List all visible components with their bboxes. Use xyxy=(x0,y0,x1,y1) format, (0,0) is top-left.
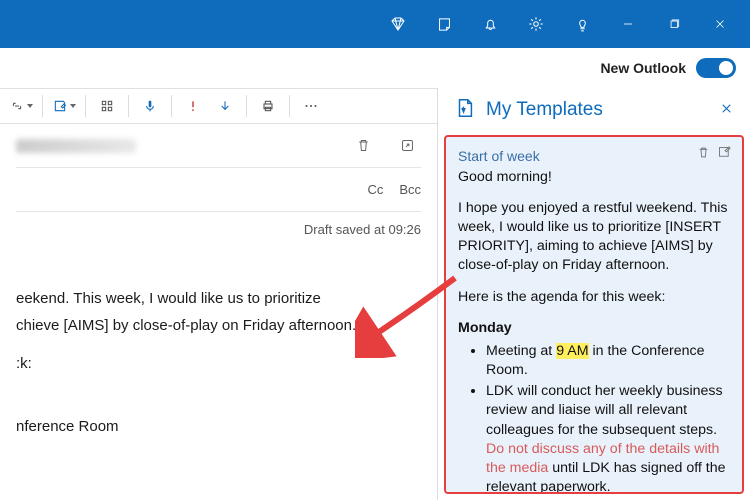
panel-title: My Templates xyxy=(486,99,709,121)
window-minimize-button[interactable] xyxy=(606,2,650,46)
premium-diamond-icon[interactable] xyxy=(376,2,420,46)
settings-gear-icon[interactable] xyxy=(514,2,558,46)
cc-row: Cc Bcc xyxy=(16,168,421,212)
to-field-blurred[interactable] xyxy=(16,139,136,153)
template-day-heading: Monday xyxy=(458,319,730,338)
template-name: Start of week xyxy=(458,147,730,166)
template-bullet: LDK will conduct her weekly business rev… xyxy=(486,382,730,494)
bcc-button[interactable]: Bcc xyxy=(399,182,421,197)
bell-icon[interactable] xyxy=(468,2,512,46)
template-greeting: Good morning! xyxy=(458,168,730,187)
template-edit-icon[interactable] xyxy=(717,145,732,166)
window-close-button[interactable] xyxy=(698,2,742,46)
apps-grid-icon[interactable] xyxy=(92,91,122,121)
lightbulb-icon[interactable] xyxy=(560,2,604,46)
signature-icon[interactable] xyxy=(49,91,79,121)
new-outlook-toggle[interactable] xyxy=(696,58,736,78)
template-intro: I hope you enjoyed a restful weekend. Th… xyxy=(458,199,730,276)
template-bullet: Meeting at 9 AM in the Conference Room. xyxy=(486,342,730,380)
body-line: :k: xyxy=(16,352,421,375)
window-restore-button[interactable] xyxy=(652,2,696,46)
new-outlook-label: New Outlook xyxy=(600,60,686,76)
compose-pane: Cc Bcc Draft saved at 09:26 eekend. This… xyxy=(0,88,438,500)
template-card[interactable]: Start of week Good morning! I hope you e… xyxy=(444,135,744,494)
delete-trash-icon[interactable] xyxy=(349,132,377,160)
compose-toolbar xyxy=(0,88,437,124)
note-icon[interactable] xyxy=(422,2,466,46)
dictate-mic-icon[interactable] xyxy=(135,91,165,121)
compose-body[interactable]: eekend. This week, I would like us to pr… xyxy=(16,247,421,438)
draft-saved-status: Draft saved at 09:26 xyxy=(16,212,421,247)
panel-close-button[interactable] xyxy=(719,100,734,121)
template-agenda-intro: Here is the agenda for this week: xyxy=(458,288,730,307)
body-line: nference Room xyxy=(16,415,421,438)
template-delete-icon[interactable] xyxy=(696,145,711,166)
subbar: New Outlook xyxy=(0,48,750,88)
to-field-row xyxy=(16,124,421,168)
templates-panel-icon xyxy=(454,97,476,124)
body-line: chieve [AIMS] by close-of-play on Friday… xyxy=(16,314,421,337)
highlight-time: 9 AM xyxy=(556,343,588,359)
window-titlebar xyxy=(0,0,750,48)
importance-high-icon[interactable] xyxy=(178,91,208,121)
body-line: eekend. This week, I would like us to pr… xyxy=(16,287,421,310)
pop-out-icon[interactable] xyxy=(393,132,421,160)
importance-low-icon[interactable] xyxy=(210,91,240,121)
link-icon[interactable] xyxy=(6,91,36,121)
print-icon[interactable] xyxy=(253,91,283,121)
cc-button[interactable]: Cc xyxy=(367,182,383,197)
my-templates-panel: My Templates Start of week Good morning!… xyxy=(438,88,750,500)
more-options-icon[interactable] xyxy=(296,91,326,121)
